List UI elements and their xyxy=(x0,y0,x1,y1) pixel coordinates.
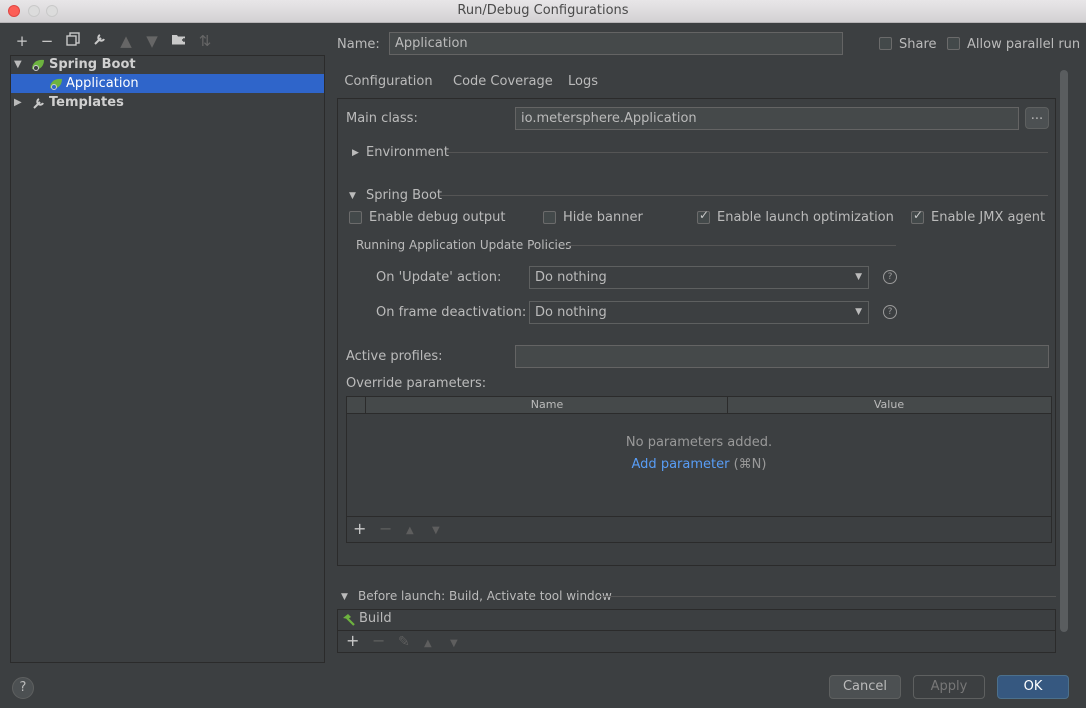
spring-boot-icon xyxy=(32,59,44,71)
help-icon[interactable]: ? xyxy=(883,305,897,319)
tab-configuration[interactable]: Configuration xyxy=(337,72,440,101)
sort-icon[interactable]: ⇅ xyxy=(196,32,214,50)
move-up-icon[interactable]: ▲ xyxy=(406,524,414,538)
active-profiles-field[interactable] xyxy=(515,345,1049,368)
move-down-icon[interactable]: ▼ xyxy=(432,524,440,538)
copy-icon[interactable] xyxy=(64,32,82,50)
hide-banner-checkbox[interactable] xyxy=(543,211,556,224)
expand-arrow-icon[interactable]: ▼ xyxy=(14,55,22,74)
wrench-icon xyxy=(33,98,44,109)
before-launch-list: Build + − ✎ ▲ ▼ xyxy=(337,609,1056,653)
selected-value: Do nothing xyxy=(535,270,607,285)
remove-icon[interactable]: − xyxy=(372,633,385,649)
divider xyxy=(600,596,1056,597)
share-label: Share xyxy=(899,37,937,52)
column-header-name[interactable]: Name xyxy=(367,397,727,413)
allow-parallel-label: Allow parallel run xyxy=(967,37,1081,52)
enable-debug-checkbox[interactable] xyxy=(349,211,362,224)
collapse-arrow-icon[interactable]: ▼ xyxy=(341,592,348,602)
window-title: Run/Debug Configurations xyxy=(457,3,629,18)
scrollbar[interactable] xyxy=(1060,70,1068,632)
on-update-select[interactable]: Do nothing ▼ xyxy=(529,266,869,289)
enable-debug-label: Enable debug output xyxy=(369,210,506,225)
remove-icon[interactable]: − xyxy=(38,32,56,50)
folder-icon[interactable] xyxy=(170,32,188,50)
tab-code-coverage[interactable]: Code Coverage xyxy=(453,72,553,98)
share-checkbox[interactable] xyxy=(879,37,892,50)
tree-item-spring-boot[interactable]: ▼ Spring Boot xyxy=(11,55,324,74)
table-header: Name Value xyxy=(347,397,1051,414)
chevron-down-icon: ▼ xyxy=(855,307,862,317)
launch-optimization-label: Enable launch optimization xyxy=(717,210,894,225)
divider xyxy=(566,245,896,246)
tree-label: Spring Boot xyxy=(49,57,136,72)
move-up-icon[interactable]: ▲ xyxy=(117,32,135,50)
remove-icon[interactable]: − xyxy=(379,521,392,537)
main-class-label: Main class: xyxy=(346,111,418,126)
ok-button[interactable]: OK xyxy=(997,675,1069,699)
tree-label: Templates xyxy=(49,95,124,110)
expand-arrow-icon[interactable]: ▶ xyxy=(352,148,359,158)
add-icon[interactable]: + xyxy=(346,633,359,649)
add-parameter-shortcut: (⌘N) xyxy=(733,457,767,472)
override-label: Override parameters: xyxy=(346,376,487,391)
name-field[interactable]: Application xyxy=(389,32,843,55)
tab-logs[interactable]: Logs xyxy=(568,72,598,98)
environment-section[interactable]: Environment xyxy=(366,145,449,160)
list-item-label: Build xyxy=(359,611,392,626)
empty-state-text: No parameters added. xyxy=(625,435,773,450)
browse-button[interactable]: ... xyxy=(1025,107,1049,129)
tree-label: Application xyxy=(66,76,139,91)
help-icon[interactable]: ? xyxy=(883,270,897,284)
jmx-agent-label: Enable JMX agent xyxy=(931,210,1046,225)
cancel-button[interactable]: Cancel xyxy=(829,675,901,699)
selected-value: Do nothing xyxy=(535,305,607,320)
add-icon[interactable]: + xyxy=(353,521,366,537)
move-down-icon[interactable]: ▼ xyxy=(450,637,458,651)
move-down-icon[interactable]: ▼ xyxy=(143,32,161,50)
add-parameter-link[interactable]: Add parameter xyxy=(632,457,730,472)
jmx-agent-checkbox[interactable] xyxy=(911,208,924,224)
main-class-field[interactable]: io.metersphere.Application xyxy=(515,107,1019,130)
on-frame-label: On frame deactivation: xyxy=(376,305,527,320)
on-update-label: On 'Update' action: xyxy=(376,270,502,285)
name-label: Name: xyxy=(337,37,380,52)
policies-heading: Running Application Update Policies xyxy=(356,238,572,252)
launch-optimization-checkbox[interactable] xyxy=(697,208,710,224)
before-launch-heading[interactable]: Before launch: Build, Activate tool wind… xyxy=(358,589,612,603)
list-item[interactable]: Build xyxy=(338,610,1055,631)
allow-parallel-checkbox[interactable] xyxy=(947,37,960,50)
collapse-arrow-icon[interactable]: ▶ xyxy=(14,93,22,112)
active-profiles-label: Active profiles: xyxy=(346,349,443,364)
divider xyxy=(440,195,1048,196)
title-bar: Run/Debug Configurations xyxy=(0,0,1086,23)
tree-item-application[interactable]: Application xyxy=(11,74,324,93)
wrench-icon[interactable] xyxy=(91,32,109,50)
add-icon[interactable]: + xyxy=(13,32,31,50)
hide-banner-label: Hide banner xyxy=(563,210,643,225)
tree-item-templates[interactable]: ▶ Templates xyxy=(11,93,324,112)
edit-icon[interactable]: ✎ xyxy=(398,635,410,649)
divider xyxy=(446,152,1048,153)
spring-boot-run-icon xyxy=(50,78,62,90)
move-up-icon[interactable]: ▲ xyxy=(424,637,432,651)
apply-button[interactable]: Apply xyxy=(913,675,985,699)
override-parameters-table: Name Value No parameters added. Add para… xyxy=(346,396,1052,543)
hammer-icon xyxy=(343,614,355,626)
column-header-value[interactable]: Value xyxy=(728,397,1050,413)
collapse-arrow-icon[interactable]: ▼ xyxy=(349,191,356,201)
on-frame-select[interactable]: Do nothing ▼ xyxy=(529,301,869,324)
help-button[interactable]: ? xyxy=(12,677,34,699)
chevron-down-icon: ▼ xyxy=(855,272,862,282)
config-tree: ▼ Spring Boot Application ▶ Templates xyxy=(10,55,325,663)
spring-boot-section[interactable]: Spring Boot xyxy=(366,188,442,203)
